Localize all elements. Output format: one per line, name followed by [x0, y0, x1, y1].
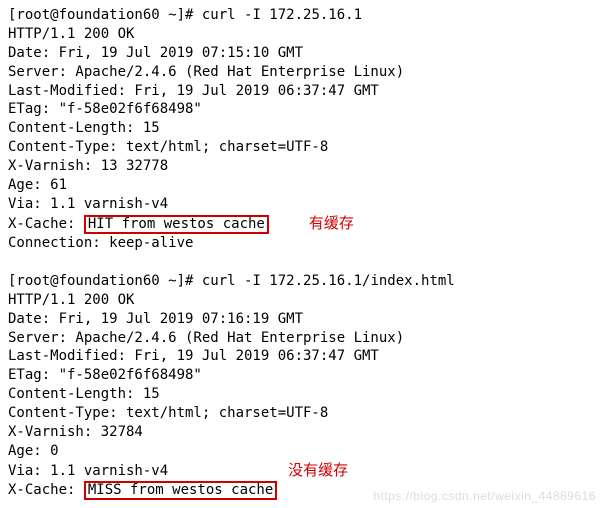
response-line: Date: Fri, 19 Jul 2019 07:15:10 GMT — [8, 44, 598, 63]
highlight-box-hit: HIT from westos cache — [84, 215, 269, 234]
shell-prompt: [root@foundation60 ~]# — [8, 7, 202, 23]
response-line: ETag: "f-58e02f6f68498" — [8, 366, 598, 385]
via-label: Via: 1.1 varnish-v4 — [8, 463, 168, 479]
via-line: Via: 1.1 varnish-v4 没有缓存 — [8, 461, 598, 481]
response-line: Age: 0 — [8, 442, 598, 461]
shell-command: curl -I 172.25.16.1 — [202, 7, 362, 23]
response-line: Age: 61 — [8, 176, 598, 195]
watermark-text: https://blog.csdn.net/weixin_44889616 — [373, 488, 596, 504]
highlight-box-miss: MISS from westos cache — [84, 481, 277, 500]
xcache-label: X-Cache: — [8, 216, 84, 232]
response-line: Last-Modified: Fri, 19 Jul 2019 06:37:47… — [8, 347, 598, 366]
response-line: X-Varnish: 13 32778 — [8, 157, 598, 176]
response-line: Content-Length: 15 — [8, 385, 598, 404]
shell-command: curl -I 172.25.16.1/index.html — [202, 273, 455, 289]
response-line: Via: 1.1 varnish-v4 — [8, 195, 598, 214]
response-line: Date: Fri, 19 Jul 2019 07:16:19 GMT — [8, 310, 598, 329]
response-line: X-Varnish: 32784 — [8, 423, 598, 442]
shell-command-line: [root@foundation60 ~]# curl -I 172.25.16… — [8, 272, 598, 291]
response-line: Server: Apache/2.4.6 (Red Hat Enterprise… — [8, 329, 598, 348]
response-line: Content-Type: text/html; charset=UTF-8 — [8, 138, 598, 157]
response-line: ETag: "f-58e02f6f68498" — [8, 100, 598, 119]
shell-prompt: [root@foundation60 ~]# — [8, 273, 202, 289]
annotation-has-cache: 有缓存 — [309, 214, 354, 234]
xcache-label: X-Cache: — [8, 482, 84, 498]
response-line: Content-Length: 15 — [8, 119, 598, 138]
annotation-no-cache: 没有缓存 — [288, 461, 348, 481]
response-line: HTTP/1.1 200 OK — [8, 25, 598, 44]
terminal-output: [root@foundation60 ~]# curl -I 172.25.16… — [0, 0, 606, 508]
response-line: Content-Type: text/html; charset=UTF-8 — [8, 404, 598, 423]
response-line: Last-Modified: Fri, 19 Jul 2019 06:37:47… — [8, 82, 598, 101]
blank-line — [8, 253, 598, 272]
response-line: Server: Apache/2.4.6 (Red Hat Enterprise… — [8, 63, 598, 82]
response-line: Connection: keep-alive — [8, 234, 598, 253]
xcache-line-hit: X-Cache: HIT from westos cache 有缓存 — [8, 214, 598, 234]
shell-command-line: [root@foundation60 ~]# curl -I 172.25.16… — [8, 6, 598, 25]
response-line: HTTP/1.1 200 OK — [8, 291, 598, 310]
